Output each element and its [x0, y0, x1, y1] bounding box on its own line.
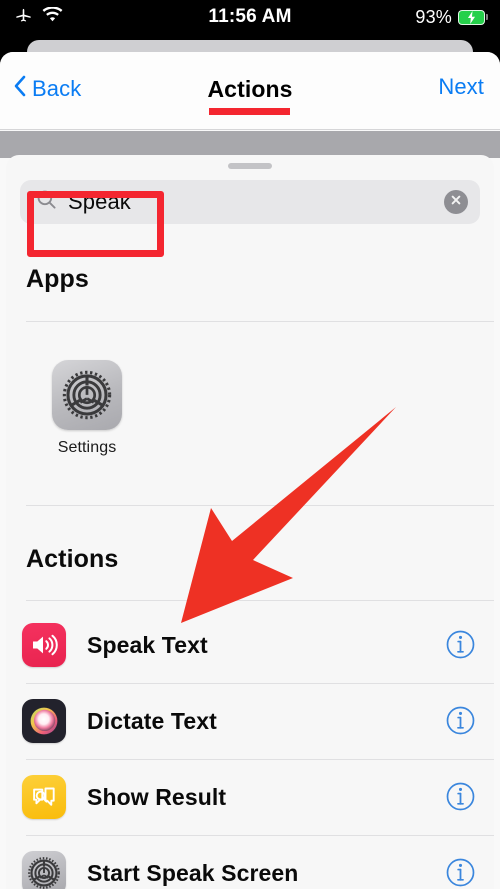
action-row-dictate-text[interactable]: Dictate Text [6, 683, 494, 759]
action-row-label: Speak Text [87, 631, 208, 658]
info-circle-icon[interactable] [446, 858, 475, 889]
siri-orb-icon [22, 699, 66, 743]
title-underline-annotation [209, 108, 290, 115]
action-row-label: Start Speak Screen [87, 859, 299, 886]
action-picker-sheet: Speak Apps Settings Actions Speak Text D… [6, 155, 494, 889]
section-divider [26, 505, 494, 506]
section-divider [26, 321, 494, 322]
status-bar-right: 93% [415, 0, 488, 34]
action-row-start-speak-screen[interactable]: Start Speak Screen [6, 835, 494, 889]
sheet-grabber-handle[interactable] [228, 163, 272, 169]
navigation-bar: Back Actions Next [0, 52, 500, 130]
action-row-show-result[interactable]: Show Result [6, 759, 494, 835]
app-tile-label: Settings [57, 439, 117, 456]
speaker-wave-icon [22, 623, 66, 667]
search-bar[interactable]: Speak [20, 180, 480, 257]
info-circle-icon[interactable] [446, 630, 475, 664]
status-bar: 11:56 AM 93% [0, 0, 500, 34]
search-input[interactable]: Speak [20, 180, 480, 224]
page-title: Actions [207, 76, 293, 102]
battery-percent-label: 93% [415, 6, 452, 27]
search-icon [36, 189, 57, 215]
show-result-icon [22, 775, 66, 819]
section-header-actions: Actions [26, 545, 119, 573]
action-row-speak-text[interactable]: Speak Text [6, 607, 494, 683]
info-circle-icon[interactable] [446, 706, 475, 740]
settings-gear-icon [52, 360, 122, 430]
info-circle-icon[interactable] [446, 782, 475, 816]
battery-charging-icon [458, 9, 488, 25]
sheet-backdrop-strip [0, 131, 500, 158]
settings-gear-icon [22, 851, 66, 889]
section-divider [26, 600, 494, 601]
action-row-label: Dictate Text [87, 707, 217, 734]
next-button[interactable]: Next [438, 74, 484, 100]
clear-search-button[interactable] [444, 190, 468, 214]
section-header-apps: Apps [26, 265, 89, 293]
app-tile-settings[interactable]: Settings [44, 360, 130, 457]
iphone-screen: 11:56 AM 93% Back Actions Next Speak App… [0, 0, 500, 889]
action-row-label: Show Result [87, 783, 227, 810]
clear-circle-icon [450, 193, 462, 211]
search-input-value: Speak [68, 189, 131, 214]
